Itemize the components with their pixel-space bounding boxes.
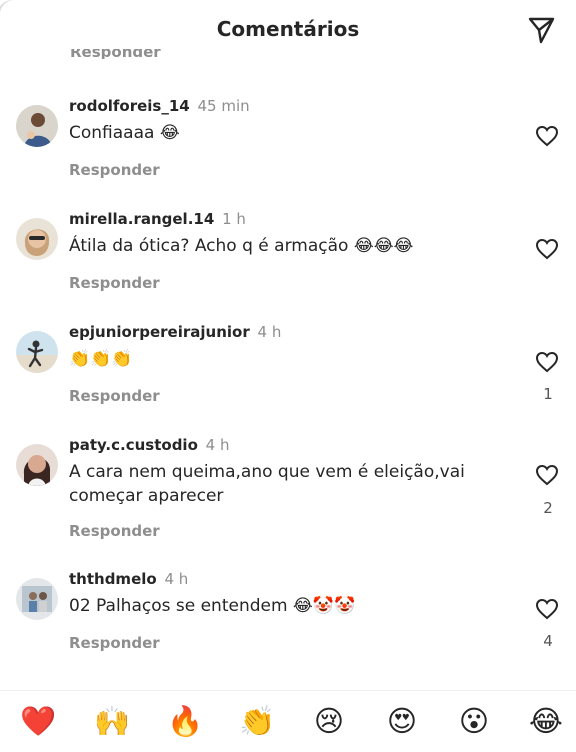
comment-item: rodolforeis_14 45 min Confiaaaa 😂 Respon… xyxy=(0,97,576,215)
reaction-fire-button[interactable]: 🔥 xyxy=(165,701,205,741)
comment-item: paty.c.custodio 4 h A cara nem queima,an… xyxy=(0,436,576,554)
reaction-heart-button[interactable]: ❤️ xyxy=(18,701,58,741)
heart-icon[interactable] xyxy=(535,125,559,147)
comment-username[interactable]: ththdmelo xyxy=(69,570,157,588)
comment-time: 4 h xyxy=(205,436,230,454)
comment-meta: mirella.rangel.14 1 h xyxy=(69,210,246,228)
avatar[interactable] xyxy=(16,331,58,373)
reaction-surprised-button[interactable]: 😮 xyxy=(454,701,494,741)
reply-button[interactable]: Responder xyxy=(69,274,160,292)
avatar[interactable] xyxy=(16,444,58,486)
previous-reply-button[interactable]: Responder xyxy=(70,49,190,59)
reply-button[interactable]: Responder xyxy=(69,522,160,540)
avatar[interactable] xyxy=(16,578,58,620)
comment-text: 02 Palhaços se entendem 😂🤡🤡 xyxy=(69,596,356,616)
reply-button[interactable]: Responder xyxy=(69,387,160,405)
heart-icon[interactable] xyxy=(535,351,559,373)
reaction-raised-hands-button[interactable]: 🙌 xyxy=(92,701,132,741)
comment-username[interactable]: rodolforeis_14 xyxy=(69,97,190,115)
paper-plane-icon[interactable] xyxy=(526,15,556,45)
page-title: Comentários xyxy=(216,17,360,41)
comment-item: epjuniorpereirajunior 4 h 👏👏👏 Responder … xyxy=(0,323,576,441)
comment-meta: paty.c.custodio 4 h xyxy=(69,436,230,454)
comment-username[interactable]: paty.c.custodio xyxy=(69,436,198,454)
reaction-clap-button[interactable]: 👏 xyxy=(237,701,277,741)
comment-text: Átila da ótica? Acho q é armação 😂😂😂 xyxy=(69,236,414,256)
comment-time: 45 min xyxy=(197,97,250,115)
like-count: 4 xyxy=(543,632,553,650)
reaction-heart-eyes-button[interactable]: 😍 xyxy=(382,701,422,741)
reply-button[interactable]: Responder xyxy=(69,634,160,652)
comment-time: 4 h xyxy=(257,323,282,341)
avatar[interactable] xyxy=(16,218,58,260)
like-count: 2 xyxy=(543,499,553,517)
comment-text: A cara nem queima,ano que vem é eleição,… xyxy=(69,462,465,506)
reply-button[interactable]: Responder xyxy=(69,161,160,179)
reaction-laughing-button[interactable]: 😂 xyxy=(526,701,566,741)
comment-item: ththdmelo 4 h 02 Palhaços se entendem 😂🤡… xyxy=(0,570,576,688)
reaction-bar: ❤️ 🙌 🔥 👏 😢 😍 😮 😂 xyxy=(0,690,576,752)
heart-icon[interactable] xyxy=(535,238,559,260)
comment-username[interactable]: mirella.rangel.14 xyxy=(69,210,214,228)
comment-meta: epjuniorpereirajunior 4 h xyxy=(69,323,281,341)
reaction-crying-button[interactable]: 😢 xyxy=(309,701,349,741)
heart-icon[interactable] xyxy=(535,598,559,620)
comment-meta: rodolforeis_14 45 min xyxy=(69,97,250,115)
comment-time: 1 h xyxy=(222,210,246,228)
comment-time: 4 h xyxy=(164,570,189,588)
comment-text: Confiaaaa 😂 xyxy=(69,123,180,143)
comment-username[interactable]: epjuniorpereirajunior xyxy=(69,323,250,341)
heart-icon[interactable] xyxy=(535,464,559,486)
like-count: 1 xyxy=(543,385,553,403)
comment-text: 👏👏👏 xyxy=(69,349,133,369)
avatar[interactable] xyxy=(16,105,58,147)
comment-meta: ththdmelo 4 h xyxy=(69,570,188,588)
comment-item: mirella.rangel.14 1 h Átila da ótica? Ac… xyxy=(0,210,576,328)
